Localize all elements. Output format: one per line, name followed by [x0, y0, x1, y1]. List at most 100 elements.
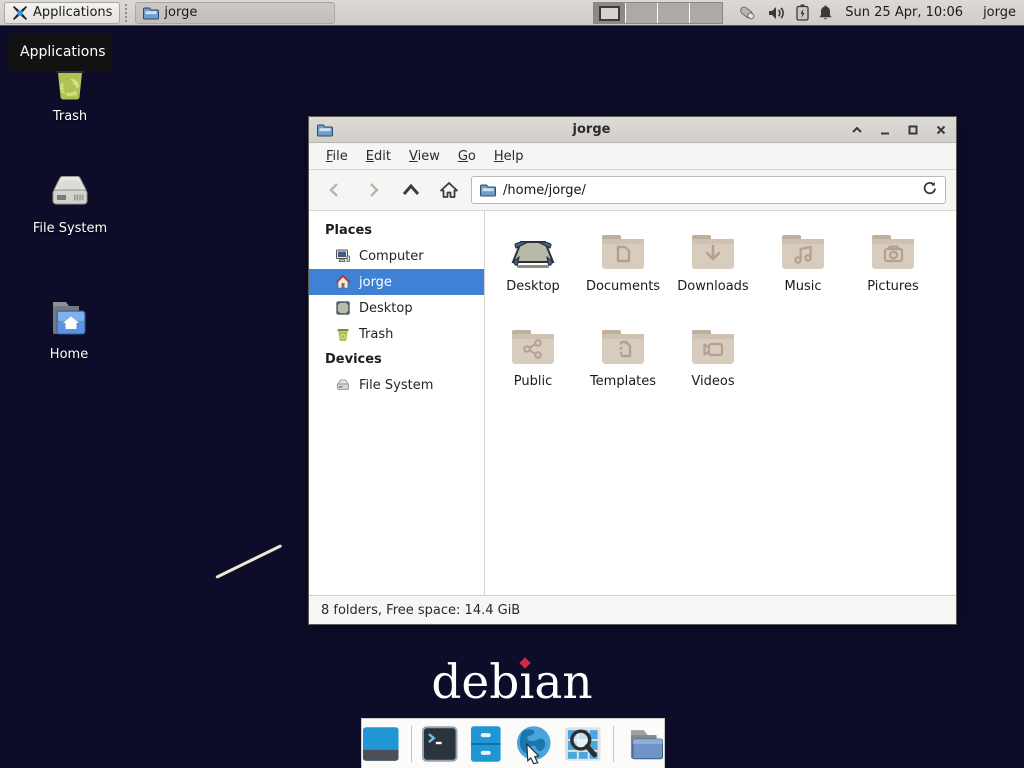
- maximize-button[interactable]: [906, 123, 920, 137]
- minimize-button[interactable]: [878, 123, 892, 137]
- menu-file[interactable]: File: [319, 146, 355, 167]
- dock-separator: [613, 726, 614, 762]
- sidebar-item-trash[interactable]: Trash: [309, 321, 484, 347]
- panel-clock[interactable]: Sun 25 Apr, 10:06: [845, 5, 963, 20]
- folder-label: Templates: [578, 374, 668, 389]
- debian-logo-i: ı: [519, 655, 534, 710]
- reload-icon[interactable]: [922, 181, 937, 200]
- folder-item-templates[interactable]: Templates: [578, 322, 668, 417]
- volume-icon[interactable]: [768, 5, 787, 21]
- folder-label: Music: [758, 279, 848, 294]
- sidebar-item-label: Trash: [359, 327, 393, 342]
- top-panel: Applications jorge: [0, 0, 1024, 26]
- desktop-icon-label: Home: [14, 347, 124, 362]
- pictures-folder-icon: [869, 227, 917, 275]
- workspace-3[interactable]: [658, 3, 690, 23]
- workspace-window-thumbnail: [599, 6, 620, 21]
- forward-button[interactable]: [357, 176, 389, 204]
- window-body: Places Computer jorge: [309, 211, 956, 595]
- close-button[interactable]: [934, 123, 948, 137]
- public-folder-icon: [509, 322, 557, 370]
- folder-label: Pictures: [848, 279, 938, 294]
- workspace-2[interactable]: [626, 3, 658, 23]
- home-folder-icon: [45, 294, 93, 342]
- folder-item-pictures[interactable]: Pictures: [848, 227, 938, 322]
- window-controls: [850, 123, 948, 137]
- desktop-folder-icon: [509, 227, 557, 275]
- sidebar-places-header: Places: [309, 218, 484, 243]
- folder-item-public[interactable]: Public: [488, 322, 578, 417]
- folder-label: Documents: [578, 279, 668, 294]
- menu-bar: File Edit View Go Help: [309, 143, 956, 170]
- back-button[interactable]: [319, 176, 351, 204]
- sidebar-item-label: Desktop: [359, 301, 413, 316]
- applications-menu-button[interactable]: Applications: [4, 2, 120, 24]
- applications-menu-icon: [12, 5, 28, 21]
- folder-label: Desktop: [488, 279, 578, 294]
- desktop-icon-home[interactable]: Home: [14, 294, 124, 362]
- file-manager-window: jorge File Edit View Go Help: [308, 116, 957, 625]
- sidebar-item-label: Computer: [359, 249, 424, 264]
- folder-item-documents[interactable]: Documents: [578, 227, 668, 322]
- folder-item-desktop[interactable]: Desktop: [488, 227, 578, 322]
- notification-bell-icon[interactable]: [818, 4, 833, 21]
- battery-icon[interactable]: [796, 4, 809, 21]
- panel-user-menu[interactable]: jorge: [983, 5, 1016, 20]
- home-icon: [335, 274, 351, 290]
- dock-separator: [411, 726, 412, 762]
- folder-item-downloads[interactable]: Downloads: [668, 227, 758, 322]
- system-tray: [737, 4, 833, 22]
- menu-help[interactable]: Help: [487, 146, 531, 167]
- menu-go[interactable]: Go: [451, 146, 483, 167]
- show-desktop-icon[interactable]: [362, 726, 400, 762]
- sidebar-devices-header: Devices: [309, 347, 484, 372]
- taskbar-window-button[interactable]: jorge: [135, 2, 335, 24]
- status-text: 8 folders, Free space: 14.4 GiB: [321, 603, 520, 618]
- sidebar-item-filesystem[interactable]: File System: [309, 372, 484, 398]
- status-bar: 8 folders, Free space: 14.4 GiB: [309, 595, 956, 624]
- videos-folder-icon: [689, 322, 737, 370]
- debian-wallpaper-logo: debıan: [0, 655, 1024, 710]
- menu-edit[interactable]: Edit: [359, 146, 398, 167]
- folder-label: Downloads: [668, 279, 758, 294]
- desktop-icon-label: File System: [15, 221, 125, 236]
- sidebar: Places Computer jorge: [309, 211, 485, 595]
- documents-folder-icon: [599, 227, 647, 275]
- file-cabinet-launcher-icon[interactable]: [469, 725, 503, 763]
- window-title-folder-icon: [317, 122, 333, 138]
- folder-item-music[interactable]: Music: [758, 227, 848, 322]
- debian-logo-text: an: [534, 655, 592, 710]
- app-finder-launcher-icon[interactable]: [564, 726, 602, 762]
- location-folder-icon: [480, 182, 496, 198]
- panel-handle[interactable]: [125, 4, 130, 22]
- shade-button[interactable]: [850, 123, 864, 137]
- workspace-4[interactable]: [690, 3, 722, 23]
- drive-icon: [335, 377, 351, 393]
- sidebar-item-label: File System: [359, 378, 433, 393]
- location-path[interactable]: /home/jorge/: [503, 183, 915, 198]
- sidebar-item-desktop[interactable]: Desktop: [309, 295, 484, 321]
- templates-folder-icon: [599, 322, 647, 370]
- filesystem-drive-icon: [46, 168, 94, 216]
- file-manager-launcher-icon[interactable]: [625, 726, 664, 762]
- downloads-folder-icon: [689, 227, 737, 275]
- terminal-launcher-icon[interactable]: [422, 726, 458, 762]
- bottom-dock: [361, 718, 665, 768]
- sidebar-item-jorge[interactable]: jorge: [309, 269, 484, 295]
- desktop-icon: [335, 300, 351, 316]
- menu-view[interactable]: View: [402, 146, 447, 167]
- desktop-icon-filesystem[interactable]: File System: [15, 168, 125, 236]
- folder-item-videos[interactable]: Videos: [668, 322, 758, 417]
- sidebar-item-computer[interactable]: Computer: [309, 243, 484, 269]
- applications-menu-label: Applications: [33, 5, 112, 20]
- wallpaper-stroke: [215, 544, 282, 579]
- location-bar[interactable]: /home/jorge/: [471, 176, 946, 204]
- input-device-icon[interactable]: [737, 4, 759, 22]
- applications-tooltip: Applications: [8, 33, 112, 71]
- workspace-1[interactable]: [594, 3, 626, 23]
- home-button[interactable]: [433, 176, 465, 204]
- window-titlebar[interactable]: jorge: [309, 117, 956, 143]
- up-button[interactable]: [395, 176, 427, 204]
- workspace-switcher: [593, 2, 723, 24]
- web-browser-launcher-icon[interactable]: [514, 724, 553, 764]
